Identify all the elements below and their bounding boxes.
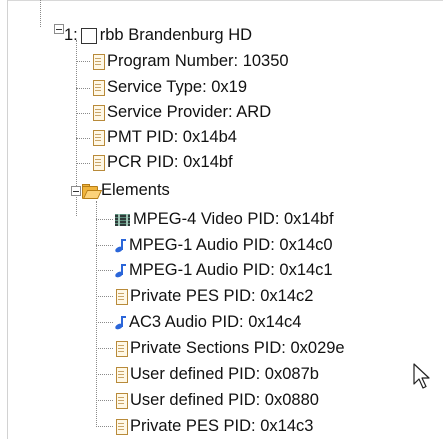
tree-node-element[interactable]: Private PES PID: 0x14c2	[115, 285, 313, 308]
node-label: Private Sections PID: 0x029e	[130, 339, 345, 357]
node-label: PCR PID: 0x14bf	[107, 153, 233, 171]
document-icon	[92, 155, 105, 171]
tree-node-element[interactable]: MPEG-1 Audio PID: 0x14c0	[113, 234, 333, 257]
node-label: MPEG-4 Video PID: 0x14bf	[133, 210, 334, 228]
document-icon	[92, 80, 105, 96]
document-icon	[115, 341, 128, 357]
tree-node-element[interactable]: User defined PID: 0x087b	[115, 363, 319, 386]
node-label: User defined PID: 0x087b	[130, 365, 319, 383]
tree-line-h	[96, 270, 113, 271]
tree-line-h	[96, 296, 113, 297]
program-index: 1:	[64, 26, 78, 44]
tree-node-elements[interactable]: Elements	[82, 179, 170, 202]
tree-line-h	[76, 163, 90, 164]
audio-icon	[113, 263, 127, 279]
node-label: AC3 Audio PID: 0x14c4	[129, 313, 302, 331]
tree-node-program[interactable]: 1: rbb Brandenburg HD	[64, 24, 252, 47]
tree-node-program-number[interactable]: Program Number: 10350	[92, 50, 289, 73]
tree-node-service-provider[interactable]: Service Provider: ARD	[92, 101, 271, 124]
tree-line-root	[40, 0, 41, 27]
node-label: MPEG-1 Audio PID: 0x14c0	[129, 236, 333, 254]
document-icon	[115, 393, 128, 409]
tree-line-h	[96, 322, 113, 323]
node-label: Elements	[101, 181, 170, 199]
node-label: MPEG-1 Audio PID: 0x14c1	[129, 261, 333, 279]
node-label: Service Provider: ARD	[107, 103, 272, 121]
tree-node-element[interactable]: MPEG-1 Audio PID: 0x14c1	[113, 259, 333, 282]
tree-node-element[interactable]: User defined PID: 0x0880	[115, 389, 319, 412]
node-label: Program Number: 10350	[107, 52, 289, 70]
audio-icon	[113, 238, 127, 254]
document-icon	[115, 367, 128, 383]
stream-tree: 1: rbb Brandenburg HD Program Number: 10…	[0, 0, 443, 439]
program-name: rbb Brandenburg HD	[99, 26, 253, 44]
node-label: User defined PID: 0x0880	[130, 391, 319, 409]
node-label: Private PES PID: 0x14c3	[130, 417, 314, 435]
collapse-program-toggle[interactable]	[54, 24, 64, 34]
tree-line-h	[76, 88, 90, 89]
tree-line-h	[76, 138, 90, 139]
audio-icon	[113, 315, 127, 331]
tree-line-h	[96, 400, 113, 401]
document-icon	[92, 130, 105, 146]
tree-line-h	[96, 348, 113, 349]
document-icon	[115, 289, 128, 305]
tree-line-h	[96, 219, 113, 220]
node-label: PMT PID: 0x14b4	[107, 128, 237, 146]
collapse-elements-toggle[interactable]	[71, 186, 81, 196]
document-icon	[92, 105, 105, 121]
document-icon	[115, 419, 128, 435]
folder-open-icon	[82, 183, 103, 199]
tree-node-element[interactable]: Private PES PID: 0x14c3	[115, 415, 313, 438]
tree-node-pmt-pid[interactable]: PMT PID: 0x14b4	[92, 126, 237, 149]
node-label: Private PES PID: 0x14c2	[130, 287, 314, 305]
tree-node-service-type[interactable]: Service Type: 0x19	[92, 76, 247, 99]
mouse-pointer-icon	[413, 363, 430, 389]
tree-node-element[interactable]: Private Sections PID: 0x029e	[115, 337, 345, 360]
document-icon	[92, 54, 105, 70]
tree-line-elements	[96, 201, 97, 427]
video-icon	[115, 213, 131, 227]
tree-line-h	[76, 113, 90, 114]
tree-node-element[interactable]: MPEG-4 Video PID: 0x14bf	[115, 208, 334, 231]
tree-node-element[interactable]: AC3 Audio PID: 0x14c4	[113, 311, 301, 334]
program-checkbox[interactable]	[80, 27, 97, 44]
tree-node-pcr-pid[interactable]: PCR PID: 0x14bf	[92, 151, 233, 174]
tree-line-h	[96, 245, 113, 246]
tree-line-h	[96, 374, 113, 375]
node-label: Service Type: 0x19	[107, 78, 248, 96]
tree-line-h	[96, 426, 113, 427]
tree-line-h	[76, 61, 90, 62]
